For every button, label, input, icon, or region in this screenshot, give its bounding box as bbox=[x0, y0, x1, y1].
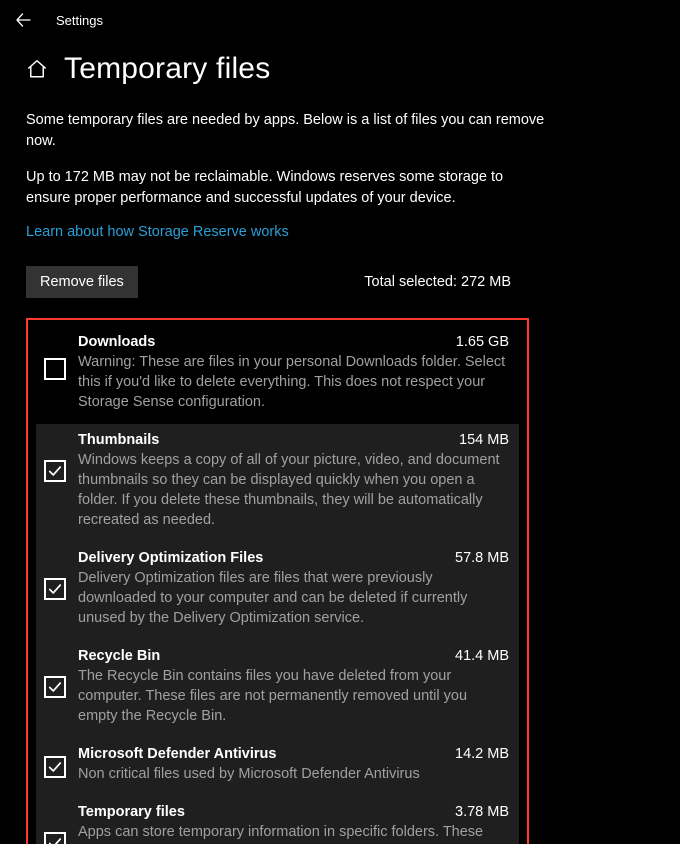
category-head: Temporary files 3.78 MB bbox=[78, 804, 509, 820]
category-title: Thumbnails bbox=[78, 432, 159, 448]
category-checkbox[interactable] bbox=[44, 358, 66, 380]
category-title: Delivery Optimization Files bbox=[78, 550, 263, 566]
category-list: Downloads 1.65 GB Warning: These are files… bbox=[26, 318, 529, 844]
category-row[interactable]: Temporary files 3.78 MB Apps can store tem… bbox=[36, 796, 519, 844]
learn-storage-reserve-link[interactable]: Learn about how Storage Reserve works bbox=[26, 224, 289, 240]
category-description: Warning: These are files in your persona… bbox=[78, 352, 509, 412]
category-description: Windows keeps a copy of all of your pict… bbox=[78, 450, 509, 530]
intro-text-2: Up to 172 MB may not be reclaimable. Win… bbox=[26, 167, 546, 208]
category-row[interactable]: Recycle Bin 41.4 MB The Recycle Bin contai… bbox=[36, 640, 519, 738]
category-size: 154 MB bbox=[459, 432, 509, 448]
intro-text-1: Some temporary files are needed by apps.… bbox=[26, 110, 546, 151]
category-head: Recycle Bin 41.4 MB bbox=[78, 648, 509, 664]
category-size: 41.4 MB bbox=[455, 648, 509, 664]
page-title: Temporary files bbox=[64, 52, 270, 86]
total-selected-label: Total selected: 272 MB bbox=[364, 274, 511, 290]
page-header: Temporary files bbox=[26, 52, 654, 86]
category-head: Delivery Optimization Files 57.8 MB bbox=[78, 550, 509, 566]
titlebar-label: Settings bbox=[56, 13, 103, 28]
back-arrow-icon[interactable] bbox=[14, 11, 32, 29]
category-checkbox[interactable] bbox=[44, 676, 66, 698]
category-head: Downloads 1.65 GB bbox=[78, 334, 509, 350]
category-size: 57.8 MB bbox=[455, 550, 509, 566]
category-description: Apps can store temporary information in … bbox=[78, 822, 509, 844]
category-body: Temporary files 3.78 MB Apps can store tem… bbox=[78, 804, 509, 844]
category-title: Recycle Bin bbox=[78, 648, 160, 664]
home-icon[interactable] bbox=[26, 58, 48, 80]
titlebar: Settings bbox=[0, 0, 680, 40]
category-size: 14.2 MB bbox=[455, 746, 509, 762]
category-checkbox[interactable] bbox=[44, 832, 66, 844]
category-description: Delivery Optimization files are files th… bbox=[78, 568, 509, 628]
category-head: Thumbnails 154 MB bbox=[78, 432, 509, 448]
category-body: Microsoft Defender Antivirus 14.2 MB Non c… bbox=[78, 746, 509, 784]
category-row[interactable]: Delivery Optimization Files57.8 MBDelive… bbox=[36, 542, 519, 640]
category-checkbox[interactable] bbox=[44, 756, 66, 778]
category-checkbox[interactable] bbox=[44, 460, 66, 482]
category-description: The Recycle Bin contains files you have … bbox=[78, 666, 509, 726]
category-body: Recycle Bin 41.4 MB The Recycle Bin contai… bbox=[78, 648, 509, 726]
category-title: Temporary files bbox=[78, 804, 185, 820]
category-body: Delivery Optimization Files57.8 MBDelive… bbox=[78, 550, 509, 628]
category-row[interactable]: Thumbnails 154 MB Windows keeps a copy of … bbox=[36, 424, 519, 542]
category-description: Non critical files used by Microsoft Def… bbox=[78, 764, 509, 784]
category-body: Downloads 1.65 GB Warning: These are files… bbox=[78, 334, 509, 412]
category-size: 3.78 MB bbox=[455, 804, 509, 820]
category-row[interactable]: Downloads 1.65 GB Warning: These are files… bbox=[36, 326, 519, 424]
category-size: 1.65 GB bbox=[456, 334, 509, 350]
category-row[interactable]: Microsoft Defender Antivirus 14.2 MB Non c… bbox=[36, 738, 519, 796]
category-body: Thumbnails 154 MB Windows keeps a copy of … bbox=[78, 432, 509, 530]
category-title: Downloads bbox=[78, 334, 155, 350]
remove-files-button[interactable]: Remove files bbox=[26, 266, 138, 298]
category-head: Microsoft Defender Antivirus 14.2 MB bbox=[78, 746, 509, 762]
category-checkbox[interactable] bbox=[44, 578, 66, 600]
category-title: Microsoft Defender Antivirus bbox=[78, 746, 276, 762]
